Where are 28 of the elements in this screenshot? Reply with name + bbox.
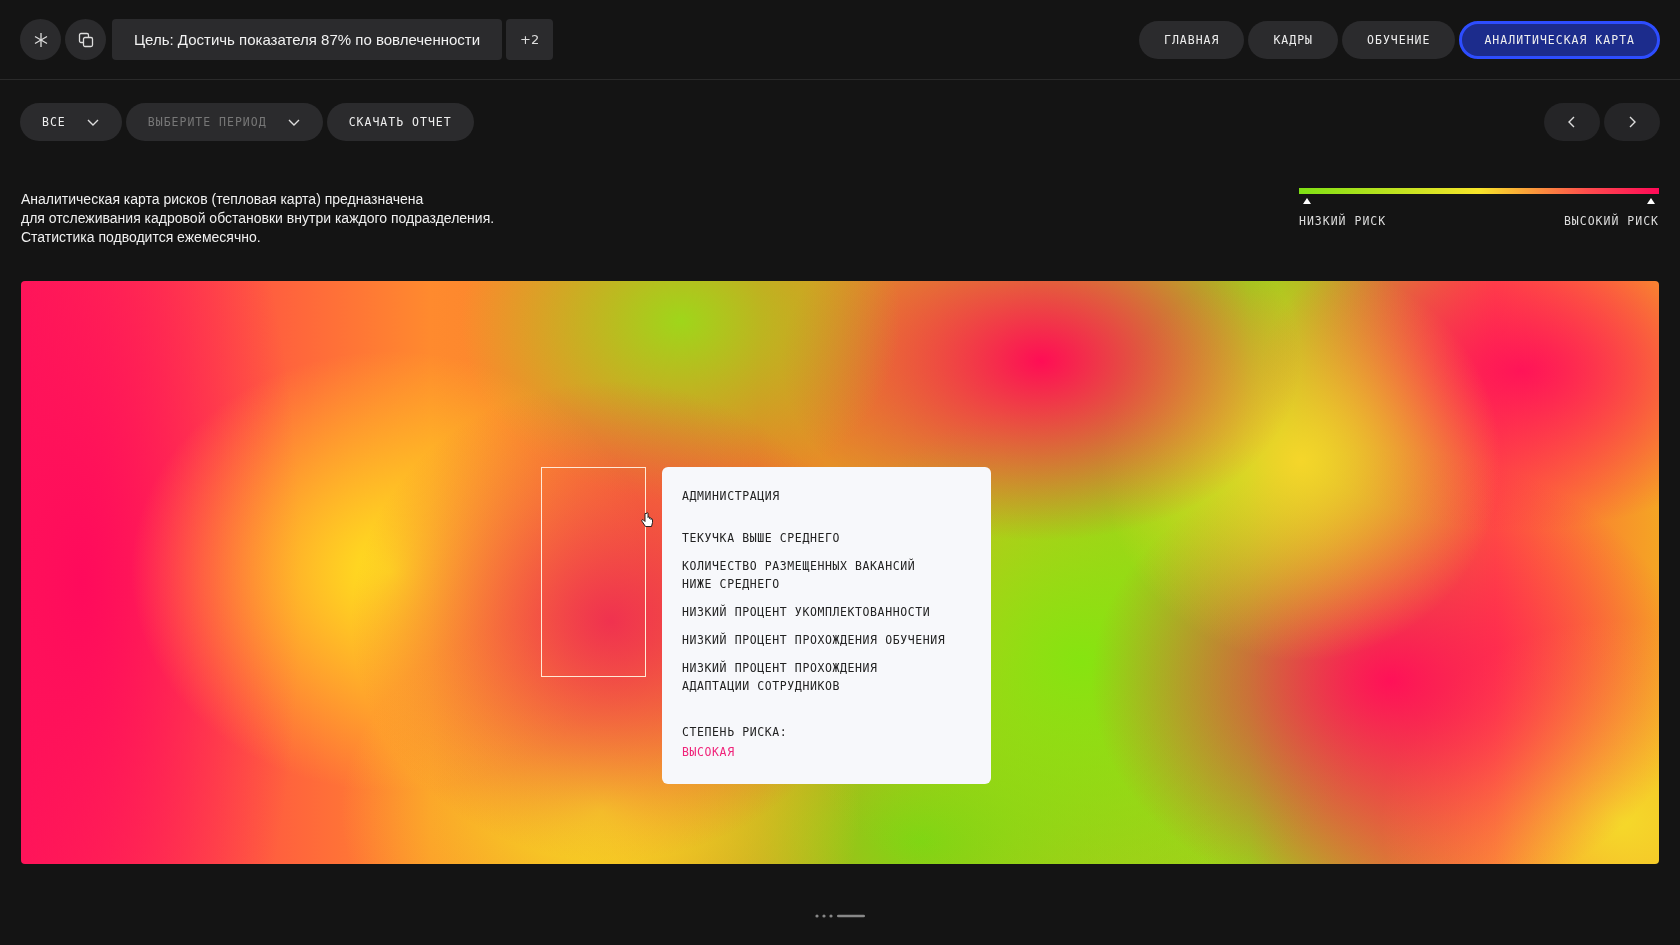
triangle-marker-icon — [1303, 198, 1311, 204]
tooltip-title: АДМИНИСТРАЦИЯ — [682, 489, 781, 503]
description-text: Аналитическая карта рисков (тепловая карта) предназначена для отслеживания кадровой обстановки внутри каждого подразделения. Статистика подводится ежемесячно. — [21, 190, 495, 247]
nav-tab[interactable]: КАДРЫ — [1248, 20, 1339, 59]
department-dropdown[interactable]: ВСЕ — [20, 103, 122, 141]
pagination-indicator[interactable] — [815, 914, 865, 918]
low-risk-label: НИЗКИЙ РИСК — [1299, 214, 1387, 228]
asterisk-button[interactable] — [20, 19, 61, 60]
pointer-hand-icon — [641, 512, 654, 528]
download-report-button[interactable]: СКАЧАТЬ ОТЧЕТ — [326, 103, 474, 141]
asterisk-icon — [32, 31, 49, 48]
risk-factor-text: НИЗКИЙ ПРОЦЕНТ ПРОХОЖДЕНИЯ АДАПТАЦИИ СОТРУДНИКОВ — [682, 659, 879, 695]
nav-tab[interactable]: ГЛАВНАЯ — [1138, 20, 1245, 59]
risk-level-value: ВЫСОКАЯ — [682, 745, 736, 759]
risk-level-label: СТЕПЕНЬ РИСКА: — [682, 725, 789, 739]
nav-tab[interactable]: АНАЛИТИЧЕСКАЯ КАРТА — [1459, 20, 1660, 59]
high-risk-label: ВЫСОКИЙ РИСК — [1563, 214, 1659, 228]
risk-factor-text: ТЕКУЧКА ВЫШЕ СРЕДНЕГО — [682, 530, 841, 547]
nav-tab[interactable]: ОБУЧЕНИЕ — [1342, 20, 1456, 59]
copy-button[interactable] — [65, 19, 106, 60]
more-goals-button[interactable]: +2 — [506, 19, 554, 60]
triangle-marker-icon — [1647, 198, 1655, 204]
risk-factor-text: НИЗКИЙ ПРОЦЕНТ ПРОХОЖДЕНИЯ ОБУЧЕНИЯ — [682, 631, 947, 649]
risk-factor-text: НИЗКИЙ ПРОЦЕНТ УКОМПЛЕКТОВАННОСТИ — [682, 603, 932, 621]
copy-icon — [77, 31, 94, 48]
risk-factor-text: КОЛИЧЕСТВО РАЗМЕЩЕННЫХ ВАКАНСИЙ НИЖЕ СРЕДНЕГО — [682, 557, 917, 593]
heatmap-drawing[interactable] — [21, 281, 1659, 864]
goal-label: Цель: Достичь показателя 87% по вовлеченности — [112, 19, 503, 60]
